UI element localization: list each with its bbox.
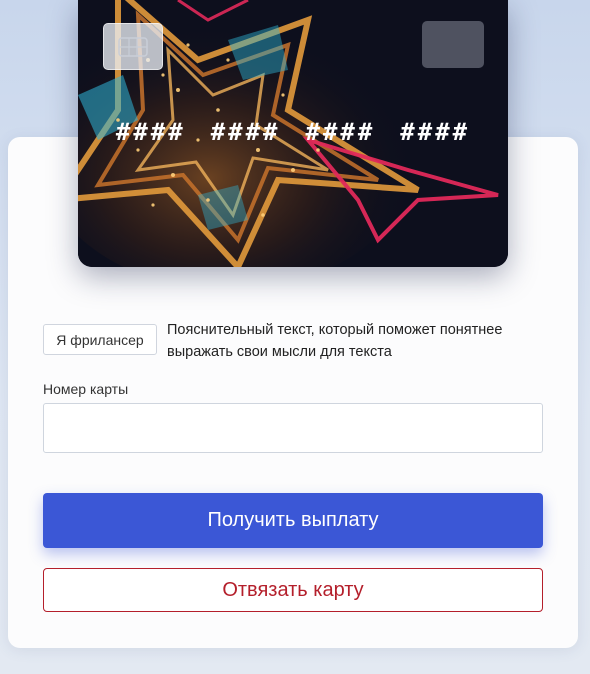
chip-icon xyxy=(103,23,163,70)
card-number-input[interactable] xyxy=(43,403,543,453)
bank-card: #### #### #### #### xyxy=(78,0,508,267)
card-number-group: #### xyxy=(115,118,186,146)
freelancer-badge: Я фрилансер xyxy=(43,324,157,355)
card-logo-placeholder xyxy=(422,21,484,68)
card-number-group: #### xyxy=(210,118,281,146)
unlink-card-button[interactable]: Отвязать карту xyxy=(43,568,543,612)
card-number-label: Номер карты xyxy=(43,381,129,397)
card-number-group: #### xyxy=(400,118,471,146)
card-number-group: #### xyxy=(305,118,376,146)
get-payout-button[interactable]: Получить выплату xyxy=(43,493,543,548)
hint-text: Пояснительный текст, который поможет пон… xyxy=(167,322,503,360)
card-number: #### #### #### #### xyxy=(78,118,508,146)
